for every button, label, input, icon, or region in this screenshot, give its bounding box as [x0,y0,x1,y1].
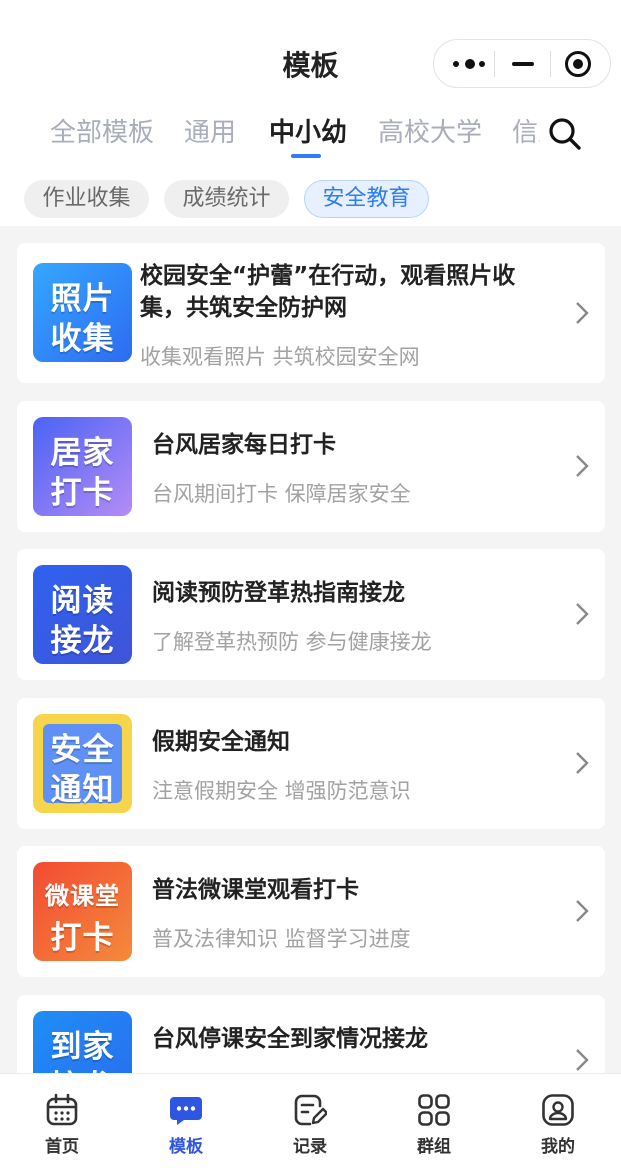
thumbnail-text: 居家 [50,435,115,471]
thumbnail-text: 打卡 [50,475,115,511]
card-subtitle: 注意假期安全 增强防范意识 [152,779,411,803]
chip-grade-statistics[interactable]: 成绩统计 [164,180,289,218]
template-card[interactable]: 微课堂 打卡 普法微课堂观看打卡 普及法律知识 监督学习进度 [17,846,605,977]
category-tabs: 全部模板 通用 中小幼 高校大学 信息 [0,110,540,160]
grid-icon [418,1094,450,1126]
chip-homework-collection[interactable]: 作业收集 [24,180,149,218]
top-bar: 模板 全部模板 通用 中小幼 高校大学 信息 作业收集 成绩统计 安全教育 [0,0,621,226]
card-title: 台风居家每日打卡 [152,432,336,458]
template-thumbnail: 安全 通知 [33,714,132,813]
thumbnail-text: 通知 [50,772,115,808]
chat-bubble-icon [170,1097,202,1125]
template-thumbnail: 照片 收集 [33,263,132,362]
thumbnail-text: 接龙 [50,623,115,659]
nav-label: 模板 [169,1137,203,1157]
more-button[interactable] [434,40,494,89]
target-icon [565,51,591,77]
card-title: 假期安全通知 [152,729,290,755]
chevron-right-icon [576,900,589,922]
card-subtitle: 了解登革热预防 参与健康接龙 [152,630,432,654]
mini-program-capsule [433,39,611,88]
thumbnail-text: 安全 [50,732,115,768]
nav-label: 记录 [293,1137,327,1157]
nav-records[interactable]: 记录 [248,1074,372,1170]
thumbnail-text: 打卡 [50,920,115,956]
tab-info[interactable]: 信息 [512,112,540,149]
chevron-right-icon [576,302,589,324]
template-card[interactable]: 照片 收集 校园安全“护蕾”在行动，观看照片收集，共筑安全防护网 收集观看照片 … [17,243,605,383]
chevron-right-icon [576,603,589,625]
tab-k12[interactable]: 中小幼 [269,112,347,149]
card-title: 台风停课安全到家情况接龙 [152,1026,428,1052]
card-subtitle: 收集观看照片 共筑校园安全网 [140,345,420,369]
more-dots-icon [453,59,487,69]
chevron-right-icon [576,752,589,774]
active-tab-indicator [291,154,321,158]
thumbnail-text: 到家 [50,1029,115,1065]
calendar-icon [46,1093,78,1126]
card-title: 普法微课堂观看打卡 [152,877,359,903]
chevron-right-icon [576,455,589,477]
edit-note-icon [294,1094,327,1126]
card-subtitle: 普及法律知识 监督学习进度 [152,927,411,951]
template-thumbnail: 微课堂 打卡 [33,862,132,961]
thumbnail-text: 阅读 [50,583,115,619]
search-icon[interactable] [548,117,582,151]
nav-groups[interactable]: 群组 [372,1074,496,1170]
card-subtitle: 台风期间打卡 保障居家安全 [152,482,411,506]
template-card[interactable]: 居家 打卡 台风居家每日打卡 台风期间打卡 保障居家安全 [17,401,605,532]
minus-icon [512,62,534,66]
nav-label: 我的 [541,1137,575,1157]
template-card[interactable]: 安全 通知 假期安全通知 注意假期安全 增强防范意识 [17,698,605,829]
card-title: 阅读预防登革热指南接龙 [152,580,405,606]
minimize-button[interactable] [495,40,550,89]
thumbnail-text: 微课堂 [45,882,120,910]
tab-university[interactable]: 高校大学 [378,112,482,149]
template-thumbnail: 居家 打卡 [33,417,132,516]
tab-general[interactable]: 通用 [184,112,236,149]
thumbnail-text: 照片 [50,281,115,317]
nav-label: 首页 [45,1137,79,1157]
template-card[interactable]: 阅读 接龙 阅读预防登革热指南接龙 了解登革热预防 参与健康接龙 [17,549,605,680]
close-button[interactable] [551,40,611,89]
nav-templates[interactable]: 模板 [124,1074,248,1170]
thumbnail-text: 收集 [50,321,115,357]
chip-safety-education[interactable]: 安全教育 [304,180,429,218]
chevron-right-icon [576,1049,589,1071]
tab-all-templates[interactable]: 全部模板 [50,112,154,149]
nav-profile[interactable]: 我的 [496,1074,620,1170]
nav-label: 群组 [417,1137,451,1157]
nav-home[interactable]: 首页 [0,1074,124,1170]
card-title: 校园安全“护蕾”在行动，观看照片收集，共筑安全防护网 [140,263,516,321]
user-icon [542,1094,574,1126]
bottom-nav: 首页 模板 记录 群组 我的 [0,1073,621,1170]
template-thumbnail: 阅读 接龙 [33,565,132,664]
